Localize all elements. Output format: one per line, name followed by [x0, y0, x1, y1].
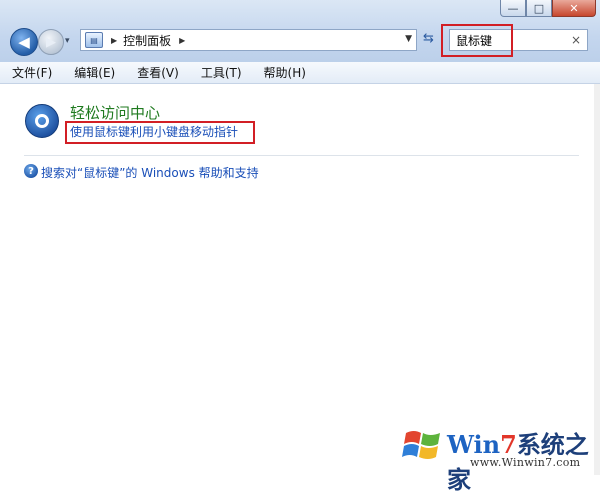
help-icon: ? — [24, 164, 38, 178]
breadcrumb-separator-trailing[interactable]: ▶ — [179, 36, 185, 45]
breadcrumb-separator[interactable]: ▶ — [111, 36, 117, 45]
ease-of-access-icon[interactable] — [25, 104, 59, 138]
windows-logo-icon — [402, 431, 440, 459]
menu-tools[interactable]: 工具(T) — [201, 64, 242, 81]
refresh-icon[interactable]: ⇆ — [423, 31, 434, 46]
watermark-url: www.Winwin7.com — [470, 456, 581, 469]
link-highlight-box — [65, 121, 255, 144]
menu-bar: 文件(F) 编辑(E) 查看(V) 工具(T) 帮助(H) — [0, 62, 600, 84]
maximize-button[interactable]: □ — [526, 0, 552, 17]
window-controls: — □ ✕ — [500, 0, 596, 17]
search-highlight-box — [441, 24, 513, 57]
windows-help-search-link[interactable]: 搜索对“鼠标键”的 Windows 帮助和支持 — [41, 164, 259, 181]
result-category-title[interactable]: 轻松访问中心 — [70, 102, 160, 123]
clear-search-icon[interactable]: × — [571, 33, 581, 47]
recent-pages-dropdown[interactable]: ▾ — [65, 36, 70, 46]
breadcrumb-control-panel[interactable]: 控制面板 — [123, 32, 171, 49]
control-panel-icon: ▤ — [85, 32, 103, 48]
window-chrome: — □ ✕ ◀ ▶ ▾ ▤ ▶ 控制面板 ▶ ▼ ⇆ 鼠标键 × — [0, 0, 600, 63]
close-button[interactable]: ✕ — [552, 0, 596, 17]
menu-help[interactable]: 帮助(H) — [264, 64, 306, 81]
menu-file[interactable]: 文件(F) — [12, 64, 52, 81]
minimize-button[interactable]: — — [500, 0, 526, 17]
address-bar[interactable]: ▤ ▶ 控制面板 ▶ ▼ — [80, 29, 417, 51]
back-arrow-icon: ◀ — [18, 33, 30, 51]
forward-arrow-icon: ▶ — [46, 34, 56, 50]
forward-button[interactable]: ▶ — [38, 29, 64, 55]
address-dropdown-icon[interactable]: ▼ — [405, 34, 412, 44]
menu-view[interactable]: 查看(V) — [137, 64, 179, 81]
menu-edit[interactable]: 编辑(E) — [74, 64, 115, 81]
back-button[interactable]: ◀ — [10, 28, 38, 56]
divider — [24, 155, 579, 156]
window-edge — [594, 84, 600, 475]
search-results: 轻松访问中心 使用鼠标键利用小键盘移动指针 ? 搜索对“鼠标键”的 Window… — [0, 84, 600, 475]
